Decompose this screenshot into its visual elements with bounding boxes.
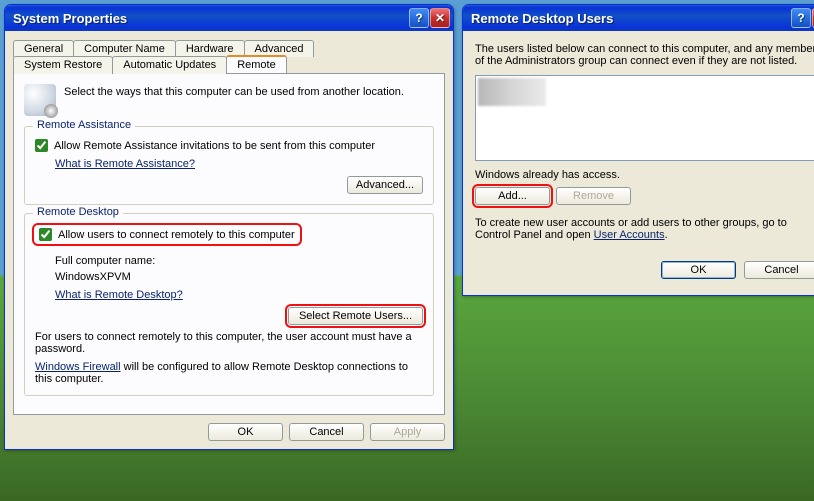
rd-firewall-note: Windows Firewall will be configured to a… bbox=[35, 361, 423, 385]
rd-fullname-value: WindowsXPVM bbox=[55, 271, 423, 283]
select-remote-users-button[interactable]: Select Remote Users... bbox=[288, 307, 423, 325]
rdu-client: The users listed below can connect to th… bbox=[463, 31, 814, 295]
rd-password-note: For users to connect remotely to this co… bbox=[35, 331, 423, 355]
rdu-access-text: Windows already has access. bbox=[475, 169, 814, 181]
window-title: System Properties bbox=[13, 11, 409, 26]
rdu-list-item[interactable] bbox=[478, 78, 546, 106]
windows-firewall-link[interactable]: Windows Firewall bbox=[35, 361, 121, 373]
rdu-titlebar[interactable]: Remote Desktop Users ? ✕ bbox=[463, 5, 814, 31]
tab-automatic-updates[interactable]: Automatic Updates bbox=[112, 56, 227, 74]
close-button[interactable]: ✕ bbox=[430, 8, 450, 28]
ra-whatis-link[interactable]: What is Remote Assistance? bbox=[55, 158, 195, 170]
remote-desktop-users-window: Remote Desktop Users ? ✕ The users liste… bbox=[462, 4, 814, 296]
rd-whatis-link[interactable]: What is Remote Desktop? bbox=[55, 289, 183, 301]
cancel-button[interactable]: Cancel bbox=[289, 423, 364, 441]
ok-button[interactable]: OK bbox=[208, 423, 283, 441]
ra-allow-label: Allow Remote Assistance invitations to b… bbox=[54, 140, 375, 152]
remote-tab-panel: Select the ways that this computer can b… bbox=[13, 73, 445, 415]
rdu-window-title: Remote Desktop Users bbox=[471, 11, 791, 26]
remote-icon bbox=[24, 84, 56, 116]
ra-advanced-button[interactable]: Advanced... bbox=[347, 176, 423, 194]
rdu-ok-button[interactable]: OK bbox=[661, 261, 736, 279]
help-button[interactable]: ? bbox=[409, 8, 429, 28]
tab-system-restore[interactable]: System Restore bbox=[13, 56, 113, 74]
ra-allow-checkbox[interactable] bbox=[35, 139, 48, 152]
user-accounts-link[interactable]: User Accounts bbox=[594, 229, 665, 241]
rdu-hint-post: . bbox=[665, 229, 668, 241]
rdu-intro: The users listed below can connect to th… bbox=[475, 43, 814, 67]
rd-allow-label: Allow users to connect remotely to this … bbox=[58, 229, 295, 241]
remote-assistance-group: Remote Assistance Allow Remote Assistanc… bbox=[24, 126, 434, 205]
system-properties-window: System Properties ? ✕ General Computer N… bbox=[4, 4, 454, 450]
rd-fullname-label: Full computer name: bbox=[55, 255, 423, 267]
remove-button[interactable]: Remove bbox=[556, 187, 631, 205]
titlebar[interactable]: System Properties ? ✕ bbox=[5, 5, 453, 31]
add-button[interactable]: Add... bbox=[475, 187, 550, 205]
tab-row-1: General Computer Name Hardware Advanced bbox=[13, 39, 445, 56]
intro-text: Select the ways that this computer can b… bbox=[64, 84, 404, 116]
rdu-help-button[interactable]: ? bbox=[791, 8, 811, 28]
rd-allow-checkbox-row[interactable]: Allow users to connect remotely to this … bbox=[35, 226, 299, 243]
client-area: General Computer Name Hardware Advanced … bbox=[5, 31, 453, 449]
rd-allow-checkbox[interactable] bbox=[39, 228, 52, 241]
rdu-user-list[interactable] bbox=[475, 75, 814, 161]
rd-legend: Remote Desktop bbox=[33, 206, 123, 218]
tab-remote[interactable]: Remote bbox=[226, 55, 287, 73]
apply-button[interactable]: Apply bbox=[370, 423, 445, 441]
ra-allow-checkbox-row[interactable]: Allow Remote Assistance invitations to b… bbox=[35, 139, 423, 152]
rdu-cancel-button[interactable]: Cancel bbox=[744, 261, 814, 279]
remote-desktop-group: Remote Desktop Allow users to connect re… bbox=[24, 213, 434, 396]
ra-legend: Remote Assistance bbox=[33, 119, 135, 131]
tab-row-2: System Restore Automatic Updates Remote bbox=[13, 55, 445, 73]
rdu-hint: To create new user accounts or add users… bbox=[475, 217, 814, 241]
